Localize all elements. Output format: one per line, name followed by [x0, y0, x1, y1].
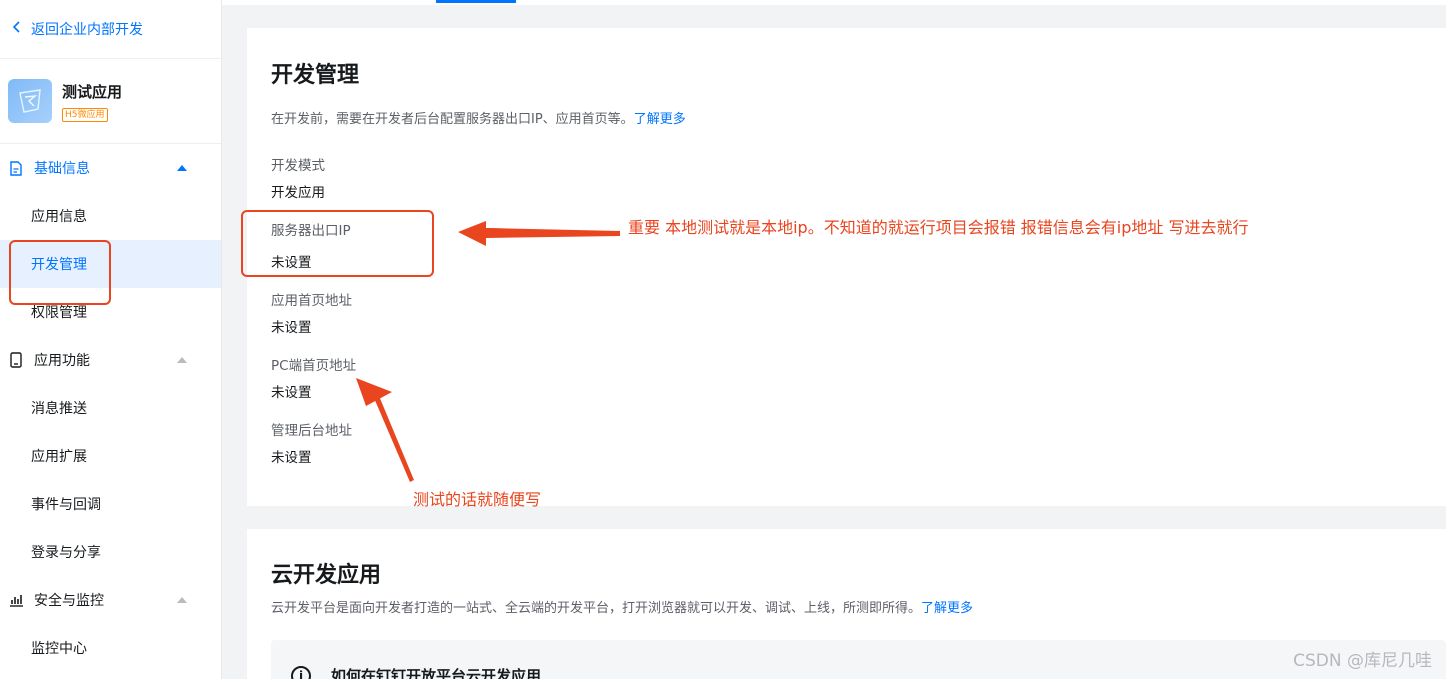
field-value-home-url: 未设置 [271, 320, 312, 336]
sidebar-group-label: 基础信息 [34, 161, 90, 177]
bar-chart-icon [8, 592, 24, 608]
learn-more-link[interactable]: 了解更多 [921, 601, 973, 616]
sidebar-item-message-push[interactable]: 消息推送 [0, 384, 221, 432]
back-link-label: 返回企业内部开发 [31, 22, 143, 38]
panel-title: 云开发应用 [271, 563, 382, 588]
sidebar-item-dev-management[interactable]: 开发管理 [0, 240, 221, 288]
field-label-server-ip: 服务器出口IP [271, 223, 351, 239]
field-value-pc-home-url: 未设置 [271, 385, 312, 401]
field-label-pc-home-url: PC端首页地址 [271, 358, 357, 374]
sidebar-item-permissions[interactable]: 权限管理 [0, 288, 221, 336]
watermark: CSDN @库尼几哇 [1293, 651, 1432, 671]
active-tab-indicator [436, 0, 516, 3]
cloud-dev-panel: 云开发应用 云开发平台是面向开发者打造的一站式、全云端的开发平台，打开浏览器就可… [247, 529, 1446, 679]
top-tab-bar [222, 0, 1446, 5]
sidebar-group-security-monitoring[interactable]: 安全与监控 [0, 576, 221, 624]
app-name: 测试应用 [62, 82, 123, 101]
field-label-home-url: 应用首页地址 [271, 293, 352, 309]
sidebar-item-monitor-center[interactable]: 监控中心 [0, 624, 221, 672]
learn-more-link[interactable]: 了解更多 [634, 112, 686, 127]
sidebar-item-login-share[interactable]: 登录与分享 [0, 528, 221, 576]
caret-up-icon [177, 357, 187, 363]
description-text: 在开发前，需要在开发者后台配置服务器出口IP、应用首页等。 [271, 112, 634, 127]
field-value-dev-mode: 开发应用 [271, 185, 325, 201]
phone-icon [8, 352, 24, 368]
sidebar: 返回企业内部开发 测试应用 H5微应用 基础信息 应用信息 开发管理 权限管理 … [0, 0, 222, 679]
sidebar-group-label: 应用功能 [34, 353, 90, 369]
app-logo-icon [8, 79, 52, 123]
field-label-dev-mode: 开发模式 [271, 158, 325, 174]
app-card: 测试应用 H5微应用 [0, 59, 221, 144]
help-card-title: 如何在钉钉开放平台云开发应用 [331, 667, 542, 679]
back-link[interactable]: 返回企业内部开发 [0, 0, 221, 59]
sidebar-group-basic-info[interactable]: 基础信息 [0, 144, 221, 192]
sidebar-group-label: 安全与监控 [34, 593, 104, 609]
chevron-left-icon [12, 21, 21, 37]
caret-up-icon [177, 597, 187, 603]
annotation-test-note: 测试的话就随便写 [413, 490, 542, 509]
panel-description: 云开发平台是面向开发者打造的一站式、全云端的开发平台，打开浏览器就可以开发、调试… [271, 597, 973, 616]
sidebar-item-app-info[interactable]: 应用信息 [0, 192, 221, 240]
help-card[interactable]: i 如何在钉钉开放平台云开发应用 [271, 640, 1446, 679]
panel-title: 开发管理 [271, 63, 360, 88]
sidebar-item-events-callbacks[interactable]: 事件与回调 [0, 480, 221, 528]
annotation-ip-note: 重要 本地测试就是本地ip。不知道的就运行项目会报错 报错信息会有ip地址 写进… [628, 218, 1249, 237]
sidebar-group-app-features[interactable]: 应用功能 [0, 336, 221, 384]
field-label-admin-url: 管理后台地址 [271, 423, 352, 439]
field-value-admin-url: 未设置 [271, 450, 312, 466]
panel-description: 在开发前，需要在开发者后台配置服务器出口IP、应用首页等。了解更多 [271, 108, 686, 127]
field-value-server-ip: 未设置 [271, 255, 312, 271]
document-icon [8, 160, 24, 176]
info-icon: i [291, 666, 311, 679]
description-text: 云开发平台是面向开发者打造的一站式、全云端的开发平台，打开浏览器就可以开发、调试… [271, 601, 922, 616]
dev-management-panel: 开发管理 在开发前，需要在开发者后台配置服务器出口IP、应用首页等。了解更多 开… [247, 28, 1446, 506]
sidebar-item-app-extension[interactable]: 应用扩展 [0, 432, 221, 480]
caret-up-icon [177, 165, 187, 171]
app-type-badge: H5微应用 [62, 107, 108, 122]
